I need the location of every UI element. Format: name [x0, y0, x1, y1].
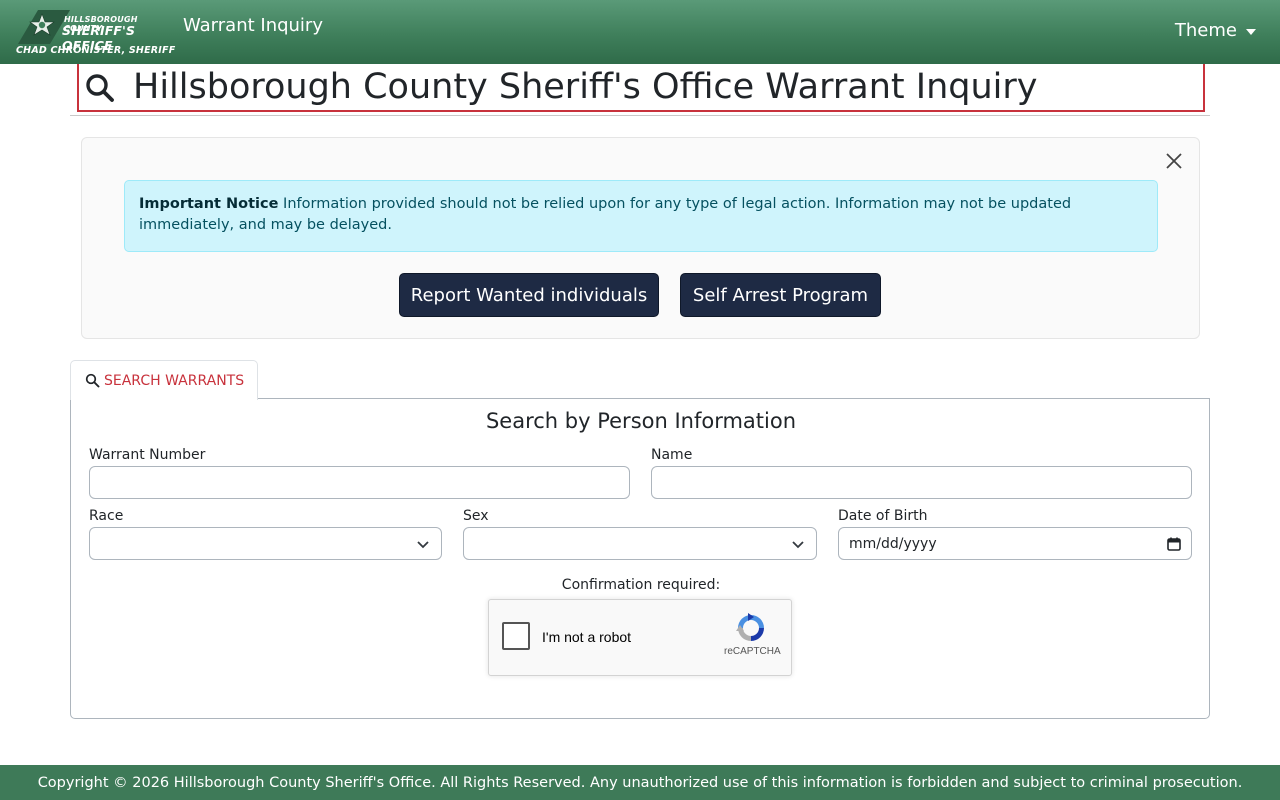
page-title: Hillsborough County Sheriff's Office War… [133, 67, 1038, 107]
recaptcha-brand: reCAPTCHA [724, 646, 781, 657]
caret-down-icon [1246, 28, 1256, 35]
footer-copyright: Copyright © 2026 Hillsborough County She… [37, 774, 1243, 791]
recaptcha-checkbox[interactable] [502, 622, 530, 650]
recaptcha-text: I'm not a robot [542, 629, 632, 645]
notice-card: Important Notice Information provided sh… [81, 137, 1200, 339]
notice-body: Information provided should not be relie… [139, 196, 1072, 233]
app-title-link[interactable]: Warrant Inquiry [183, 15, 323, 36]
tab-search-warrants[interactable]: SEARCH WARRANTS [70, 360, 258, 400]
report-wanted-button[interactable]: Report Wanted individuals [399, 273, 659, 317]
chevron-down-icon [417, 541, 429, 549]
calendar-icon[interactable] [1167, 537, 1181, 551]
page-title-box: Hillsborough County Sheriff's Office War… [77, 64, 1205, 112]
self-arrest-button[interactable]: Self Arrest Program [680, 273, 881, 317]
race-label: Race [89, 508, 124, 524]
dob-date-input[interactable]: mm/dd/yyyy [838, 527, 1192, 560]
sex-select[interactable] [463, 527, 817, 560]
chevron-down-icon [792, 541, 804, 549]
footer: Copyright © 2026 Hillsborough County She… [0, 765, 1280, 800]
warrant-number-label: Warrant Number [89, 447, 206, 463]
tab-label: SEARCH WARRANTS [104, 372, 245, 389]
dob-placeholder: mm/dd/yyyy [849, 536, 937, 552]
logo-line-3: CHAD CHRONISTER, SHERIFF [16, 45, 176, 56]
search-icon [86, 74, 114, 102]
important-notice-alert: Important Notice Information provided sh… [124, 180, 1158, 252]
title-divider [70, 115, 1210, 116]
dob-label: Date of Birth [838, 508, 928, 524]
recaptcha-logo-icon [736, 613, 764, 641]
search-panel: Search by Person Information Warrant Num… [70, 398, 1210, 719]
recaptcha-widget: I'm not a robot reCAPTCHA [488, 599, 792, 676]
navbar: HILLSBOROUGH COUNTY SHERIFF'S OFFICE CHA… [0, 0, 1280, 64]
name-label: Name [651, 447, 693, 463]
search-icon [85, 373, 100, 388]
close-icon[interactable] [1163, 150, 1185, 172]
confirmation-label: Confirmation required: [561, 577, 721, 593]
sex-label: Sex [463, 508, 489, 524]
warrant-number-input[interactable] [89, 466, 630, 499]
notice-heading: Important Notice [139, 196, 279, 212]
name-input[interactable] [651, 466, 1192, 499]
theme-dropdown[interactable]: Theme [1175, 20, 1256, 41]
race-select[interactable] [89, 527, 442, 560]
search-heading: Search by Person Information [485, 409, 797, 433]
theme-label: Theme [1174, 20, 1237, 41]
sheriff-logo[interactable]: HILLSBOROUGH COUNTY SHERIFF'S OFFICE CHA… [12, 8, 176, 60]
